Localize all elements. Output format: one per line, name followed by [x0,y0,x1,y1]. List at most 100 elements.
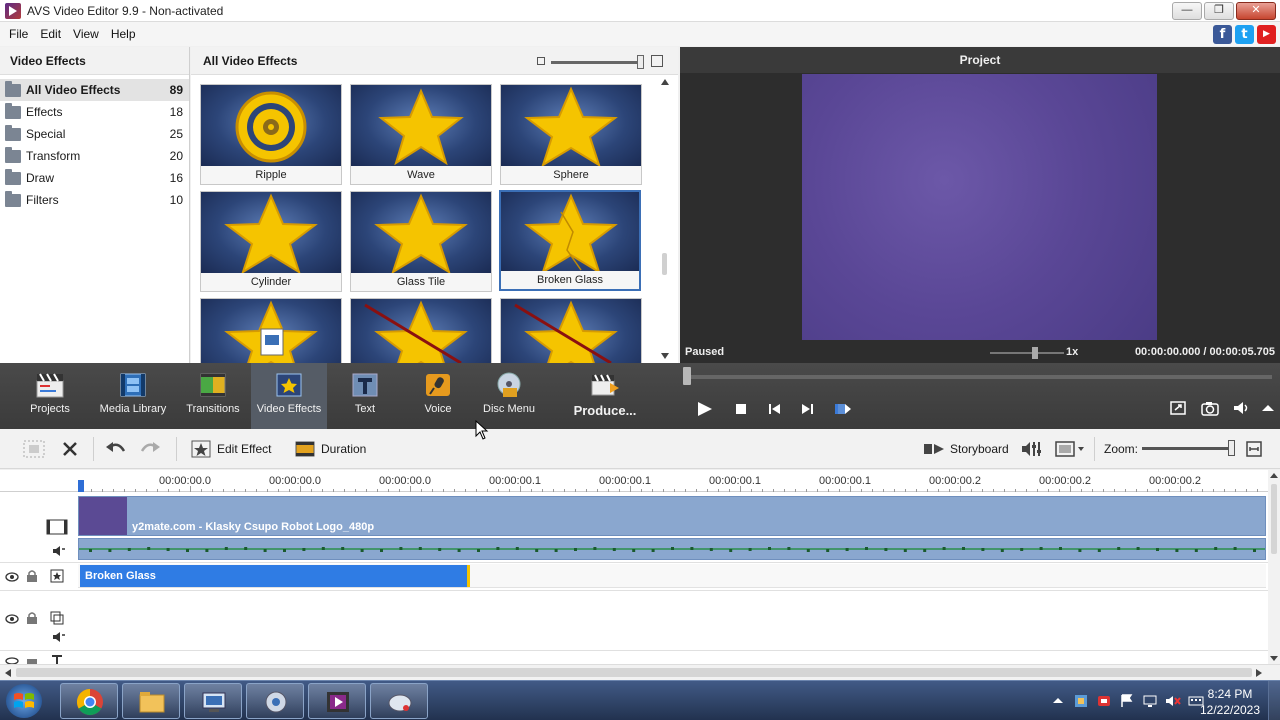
playhead-marker[interactable] [78,480,84,492]
timeline-vertical-scrollbar[interactable] [1268,470,1280,664]
scroll-thumb[interactable] [662,253,667,275]
audio-mixer-icon[interactable] [1020,439,1044,459]
transitions-button[interactable]: Transitions [182,363,244,429]
category-special[interactable]: Special 25 [0,123,189,145]
play-selection-icon[interactable] [834,401,852,417]
fullscreen-icon[interactable] [1168,399,1188,417]
visibility-eye-icon[interactable] [5,655,19,664]
delete-x-icon[interactable] [60,439,80,459]
previous-frame-icon[interactable] [766,401,784,417]
category-filters[interactable]: Filters 10 [0,189,189,211]
show-desktop-button[interactable] [1268,681,1280,720]
audio-clip[interactable] [78,538,1266,560]
minimize-button[interactable]: — [1172,2,1202,20]
effect-tile-sphere[interactable]: Sphere [500,84,642,185]
effect-tile-ripple[interactable]: Ripple [200,84,342,185]
volume-expand-icon[interactable] [1258,399,1278,417]
aspect-ratio-dropdown-icon[interactable] [1054,439,1088,459]
timeline-ruler[interactable]: 00:00:00.0 00:00:00.0 00:00:00.0 00:00:00.1… [0,470,1268,492]
playback-speed-slider[interactable] [990,352,1064,354]
zoom-slider[interactable] [1142,447,1232,450]
next-frame-icon[interactable] [798,401,816,417]
taskbar-settings-app[interactable] [246,683,304,719]
close-button[interactable]: ✕ [1236,2,1276,20]
visibility-eye-icon[interactable] [5,570,19,584]
projects-button[interactable]: Projects [18,363,82,429]
seek-handle[interactable] [683,367,691,385]
menu-view[interactable]: View [67,27,105,41]
split-grid-icon[interactable] [22,439,46,459]
start-button[interactable] [6,684,42,718]
fit-to-window-icon[interactable] [1244,439,1264,459]
video-clip[interactable]: y2mate.com - Klasky Csupo Robot Logo_480… [78,496,1266,536]
tray-security-icon[interactable] [1096,693,1112,709]
taskbar-network-app[interactable] [184,683,242,719]
taskbar-clock[interactable]: 8:24 PM 12/22/2023 [1198,686,1262,718]
effect-clip-broken-glass[interactable]: Broken Glass [80,565,470,587]
taskbar-explorer[interactable] [122,683,180,719]
voice-button[interactable]: Voice [412,363,464,429]
menu-edit[interactable]: Edit [34,27,67,41]
effect-tile-7[interactable] [200,298,342,363]
maximize-button[interactable]: ❐ [1204,2,1234,20]
thumbnail-size-handle[interactable] [637,55,644,69]
taskbar-avs-video-editor[interactable] [308,683,366,719]
produce-button[interactable]: Produce... [566,363,644,429]
effect-tile-wave[interactable]: Wave [350,84,492,185]
menu-file[interactable]: File [3,27,34,41]
edit-effect-button[interactable]: Edit Effect [190,439,271,459]
effect-label: Sphere [501,166,641,184]
thumbnail-large-icon[interactable] [651,55,663,67]
timeline-horizontal-scrollbar[interactable] [0,664,1280,680]
effect-tile-cylinder[interactable]: Cylinder [200,191,342,292]
show-hidden-icons-icon[interactable] [1050,693,1066,709]
audio-speaker-icon[interactable] [52,630,66,644]
volume-muted-icon[interactable] [1165,693,1181,709]
effects-grid-scrollbar[interactable] [659,77,673,361]
twitter-icon[interactable]: t [1235,25,1254,44]
effect-tile-8[interactable] [350,298,492,363]
volume-icon[interactable] [1232,399,1252,417]
category-transform[interactable]: Transform 20 [0,145,189,167]
network-icon[interactable] [1142,693,1158,709]
video-effects-button[interactable]: Video Effects [251,363,327,429]
snapshot-camera-icon[interactable] [1200,399,1220,417]
duration-button[interactable]: Duration [294,439,366,459]
waveform-mark [477,549,480,552]
lock-icon[interactable] [25,611,39,625]
visibility-eye-icon[interactable] [5,612,19,626]
menu-help[interactable]: Help [105,27,142,41]
redo-icon[interactable] [138,439,162,459]
playback-speed-handle[interactable] [1032,347,1038,359]
youtube-icon[interactable]: ▶ [1257,25,1276,44]
scroll-down-icon[interactable] [661,353,669,359]
action-center-flag-icon[interactable] [1119,693,1135,709]
text-button[interactable]: Text [338,363,392,429]
category-draw[interactable]: Draw 16 [0,167,189,189]
horizontal-scroll-thumb[interactable] [16,668,1252,677]
audio-speaker-icon[interactable] [52,544,66,558]
thumbnail-size-slider[interactable] [551,61,643,64]
zoom-handle[interactable] [1228,440,1235,456]
taskbar-chrome[interactable] [60,683,118,719]
undo-icon[interactable] [104,439,128,459]
tray-app-icon[interactable] [1073,693,1089,709]
thumbnail-small-icon[interactable] [537,57,545,65]
effect-tile-9[interactable] [500,298,642,363]
storyboard-button[interactable]: Storyboard [922,439,1009,459]
category-effects[interactable]: Effects 18 [0,101,189,123]
scroll-left-icon[interactable] [4,668,12,678]
lock-icon[interactable] [25,569,39,583]
scroll-right-icon[interactable] [1255,668,1263,678]
effect-tile-glass-tile[interactable]: Glass Tile [350,191,492,292]
stop-icon[interactable] [733,401,751,417]
play-icon[interactable] [696,401,714,417]
lock-icon[interactable] [25,654,39,664]
scroll-up-icon[interactable] [661,79,669,85]
category-all-video-effects[interactable]: All Video Effects 89 [0,79,189,101]
facebook-icon[interactable]: f [1213,25,1232,44]
seek-bar[interactable] [686,375,1272,379]
effect-tile-broken-glass[interactable]: Broken Glass [499,190,641,291]
taskbar-app[interactable] [370,683,428,719]
media-library-button[interactable]: Media Library [96,363,170,429]
